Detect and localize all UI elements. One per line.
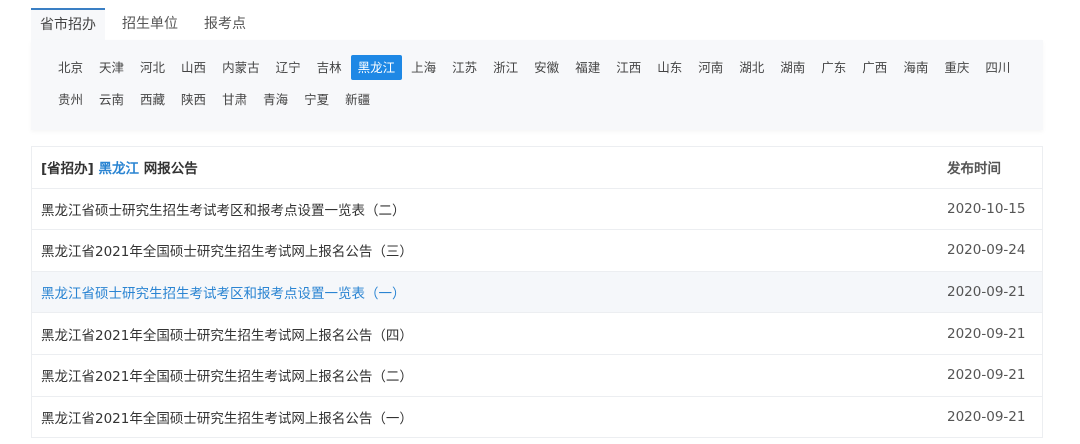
announcement-table: [省招办] 黑龙江 网报公告 发布时间 黑龙江省硕士研究生招生考试考区和报考点设… [31,146,1043,438]
announcement-link[interactable]: 黑龙江省2021年全国硕士研究生招生考试网上报名公告（二） [41,365,947,385]
table-row[interactable]: 黑龙江省2021年全国硕士研究生招生考试网上报名公告（三） 2020-09-24 [32,230,1042,272]
province-item[interactable]: 山东 [650,55,689,80]
province-item[interactable]: 吉林 [310,55,349,80]
table-row[interactable]: 黑龙江省2021年全国硕士研究生招生考试网上报名公告（四） 2020-09-21 [32,313,1042,355]
province-panel: 北京 天津 河北 山西 内蒙古 辽宁 吉林 黑龙江 上海 江苏 浙江 安徽 福建 江西 山东 河南 湖北 湖南 广东… [31,40,1043,130]
table-title: [省招办] 黑龙江 网报公告 [41,157,947,177]
province-item[interactable]: 广西 [855,55,894,80]
province-item[interactable]: 天津 [92,55,131,80]
announcement-link[interactable]: 黑龙江省2021年全国硕士研究生招生考试网上报名公告（四） [41,324,947,344]
province-item[interactable]: 山西 [174,55,213,80]
date-column-header: 发布时间 [947,161,1001,178]
province-item[interactable]: 江苏 [445,55,484,80]
table-row[interactable]: 黑龙江省硕士研究生招生考试考区和报考点设置一览表（一） 2020-09-21 [32,271,1042,314]
announcement-link[interactable]: 黑龙江省硕士研究生招生考试考区和报考点设置一览表（二） [41,199,947,219]
tab-bar: 省市招办 招生单位 报考点 [31,8,263,40]
province-item[interactable]: 内蒙古 [215,55,267,80]
province-item[interactable]: 云南 [92,87,131,112]
province-item[interactable]: 北京 [51,55,90,80]
table-header: [省招办] 黑龙江 网报公告 发布时间 [32,147,1042,189]
publish-date: 2020-09-21 [947,284,1026,301]
announcement-link[interactable]: 黑龙江省2021年全国硕士研究生招生考试网上报名公告（三） [41,240,947,260]
publish-date: 2020-09-21 [947,409,1026,426]
province-item[interactable]: 浙江 [486,55,525,80]
header-suffix: 网报公告 [143,161,198,178]
province-row: 贵州 云南 西藏 陕西 甘肃 青海 宁夏 新疆 [51,87,1043,112]
province-item[interactable]: 广东 [814,55,853,80]
province-item[interactable]: 青海 [256,87,295,112]
tab-exam-sites[interactable]: 报考点 [195,8,255,40]
province-item[interactable]: 黑龙江 [350,55,403,80]
province-item[interactable]: 宁夏 [297,87,336,112]
announcement-link[interactable]: 黑龙江省2021年全国硕士研究生招生考试网上报名公告（一） [41,407,947,427]
province-item[interactable]: 陕西 [174,87,213,112]
province-item[interactable]: 新疆 [338,87,377,112]
province-item[interactable]: 四川 [978,55,1017,80]
province-item[interactable]: 河北 [133,55,172,80]
tab-provincial-office[interactable]: 省市招办 [31,8,105,40]
header-province: 黑龙江 [98,161,140,178]
province-item[interactable]: 福建 [568,55,607,80]
province-item[interactable]: 江西 [609,55,648,80]
province-item[interactable]: 湖北 [732,55,771,80]
province-item[interactable]: 贵州 [51,87,90,112]
publish-date: 2020-09-21 [947,325,1026,342]
table-row[interactable]: 黑龙江省硕士研究生招生考试考区和报考点设置一览表（二） 2020-10-15 [32,189,1042,231]
header-prefix: [省招办] [41,161,94,178]
tab-institutions[interactable]: 招生单位 [113,8,187,40]
province-item[interactable]: 辽宁 [269,55,308,80]
province-item[interactable]: 海南 [896,55,935,80]
table-row[interactable]: 黑龙江省2021年全国硕士研究生招生考试网上报名公告（二） 2020-09-21 [32,355,1042,397]
publish-date: 2020-10-15 [947,200,1026,217]
province-item[interactable]: 湖南 [773,55,812,80]
province-item[interactable]: 甘肃 [215,87,254,112]
province-item[interactable]: 重庆 [937,55,976,80]
publish-date: 2020-09-21 [947,367,1026,384]
province-item[interactable]: 安徽 [527,55,566,80]
table-row[interactable]: 黑龙江省2021年全国硕士研究生招生考试网上报名公告（一） 2020-09-21 [32,397,1042,439]
province-item[interactable]: 上海 [404,55,443,80]
province-row: 北京 天津 河北 山西 内蒙古 辽宁 吉林 黑龙江 上海 江苏 浙江 安徽 福建 江西 山东 河南 湖北 湖南 广东… [51,55,1043,80]
publish-date: 2020-09-24 [947,242,1026,259]
province-item[interactable]: 西藏 [133,87,172,112]
province-item[interactable]: 河南 [691,55,730,80]
announcement-link[interactable]: 黑龙江省硕士研究生招生考试考区和报考点设置一览表（一） [41,282,947,302]
